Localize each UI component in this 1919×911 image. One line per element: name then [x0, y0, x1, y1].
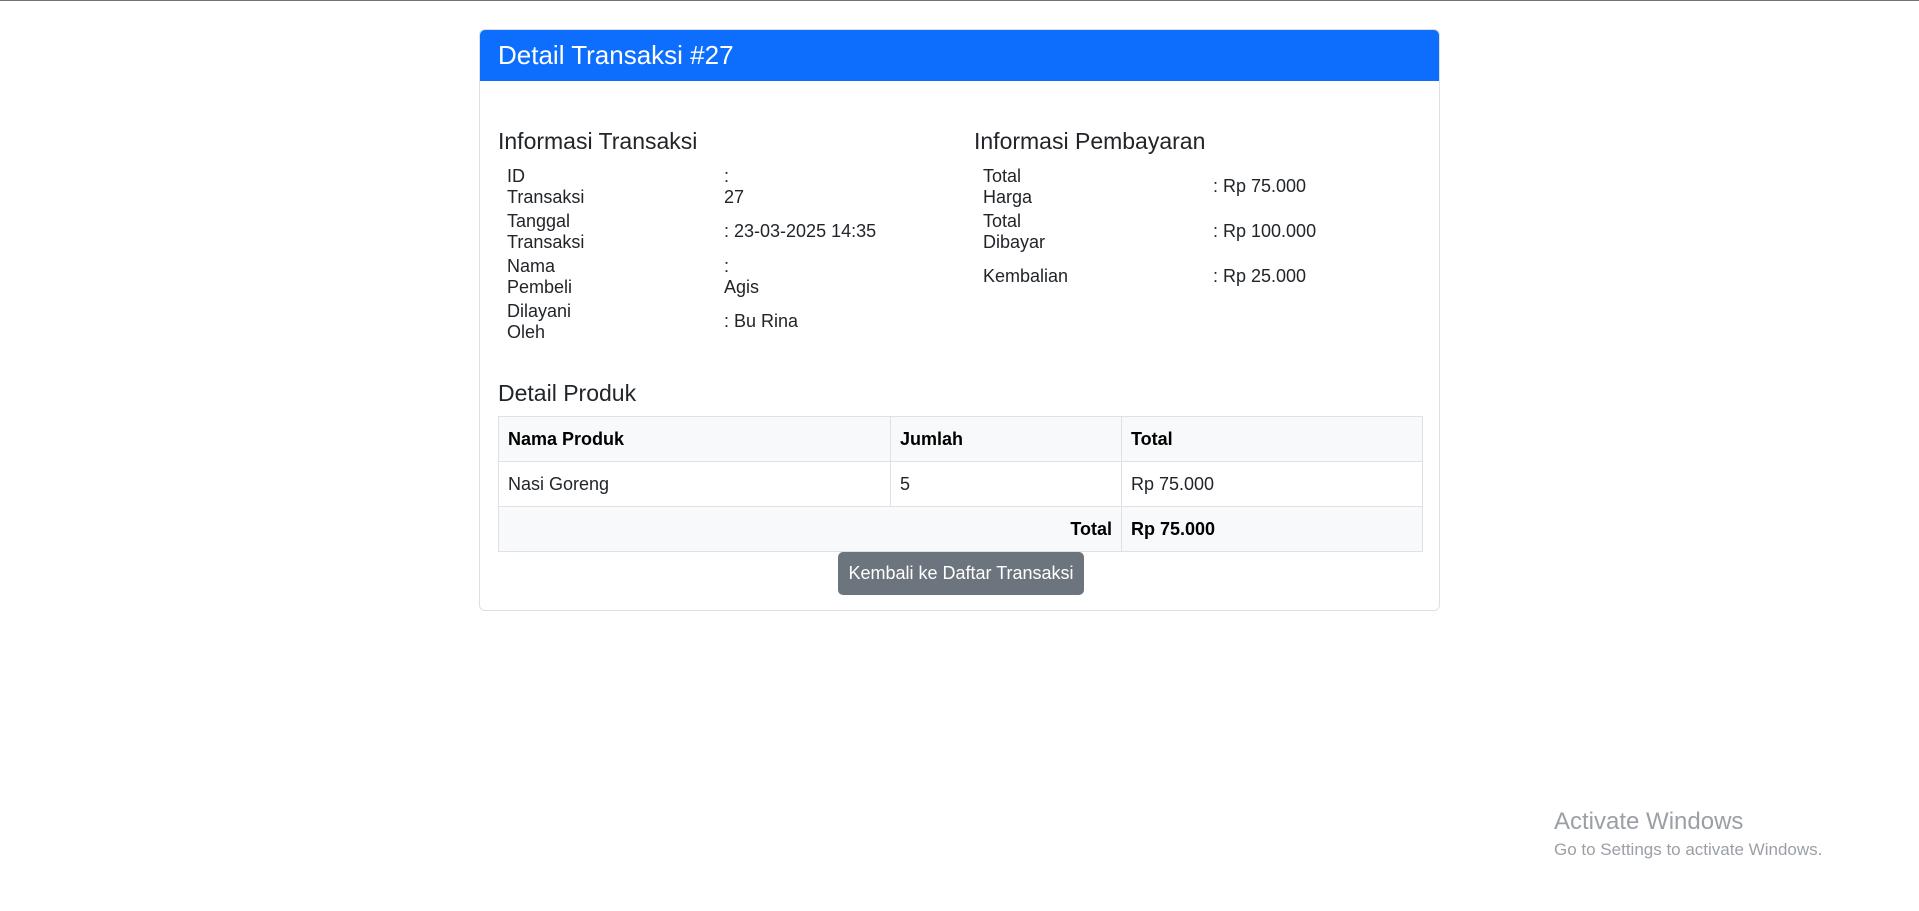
- info-label: Tanggal Transaksi: [507, 210, 585, 252]
- table-header-row: Nama Produk Jumlah Total: [498, 416, 1423, 462]
- column-header-total: Total: [1121, 416, 1423, 462]
- cell-total: Rp 75.000: [1121, 461, 1423, 507]
- info-label: Total Dibayar: [983, 210, 1046, 252]
- column-header-quantity: Jumlah: [890, 416, 1122, 462]
- info-value: : 27: [724, 165, 745, 207]
- watermark-subtitle: Go to Settings to activate Windows.: [1554, 840, 1823, 859]
- product-table: Nama Produk Jumlah Total Nasi Goreng 5 R…: [498, 416, 1423, 552]
- info-value: : Agis: [724, 255, 760, 297]
- cell-product-name: Nasi Goreng: [498, 461, 891, 507]
- table-footer-row: Total Rp 75.000: [498, 506, 1423, 552]
- column-header-product-name: Nama Produk: [498, 416, 891, 462]
- transaction-detail-card: Detail Transaksi #27 Informasi Transaksi…: [479, 29, 1440, 611]
- info-label: ID Transaksi: [507, 165, 585, 207]
- footer-total-value: Rp 75.000: [1121, 506, 1423, 552]
- info-value: : Bu Rina: [724, 311, 799, 331]
- info-value: : Rp 100.000: [1213, 221, 1317, 241]
- table-row: Nasi Goreng 5 Rp 75.000: [498, 461, 1423, 507]
- watermark-title: Activate Windows: [1554, 808, 1744, 835]
- info-label: Total Harga: [983, 165, 1033, 207]
- cell-quantity: 5: [890, 461, 1122, 507]
- top-border: [0, 0, 1919, 1]
- footer-total-label: Total: [498, 506, 1122, 552]
- info-value: : 23-03-2025 14:35: [724, 221, 877, 241]
- back-to-transactions-button[interactable]: Kembali ke Daftar Transaksi: [838, 552, 1084, 595]
- product-detail-title: Detail Produk: [498, 380, 637, 406]
- transaction-info-title: Informasi Transaksi: [498, 128, 698, 154]
- info-label: Dilayani Oleh: [507, 300, 572, 342]
- info-value: : Rp 25.000: [1213, 266, 1307, 286]
- page-title: Detail Transaksi #27: [498, 40, 734, 70]
- info-label: Kembalian: [983, 266, 1069, 286]
- info-value: : Rp 75.000: [1213, 176, 1307, 196]
- activate-windows-watermark: Activate Windows Go to Settings to activ…: [1554, 808, 1822, 860]
- payment-info-title: Informasi Pembayaran: [974, 128, 1206, 154]
- card-header: Detail Transaksi #27: [480, 30, 1439, 81]
- info-label: Nama Pembeli: [507, 255, 573, 297]
